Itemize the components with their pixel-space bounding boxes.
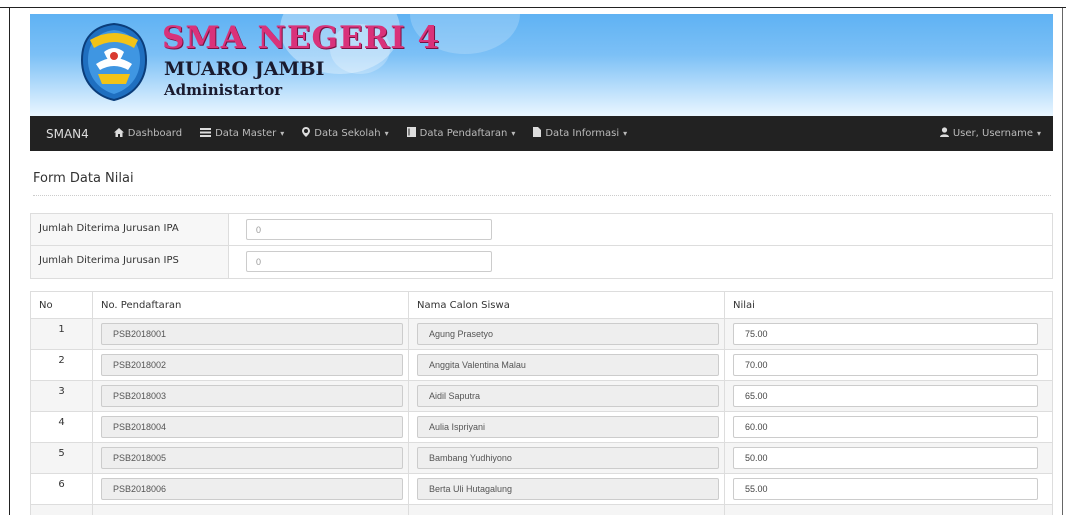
nav-data-sekolah[interactable]: Data Sekolah ▾ (293, 127, 397, 140)
column-header-nilai: Nilai (733, 300, 755, 311)
nilai-input[interactable] (733, 478, 1038, 500)
row-number: 1 (31, 319, 93, 349)
user-icon (939, 127, 949, 140)
nav-data-sekolah-label: Data Sekolah (314, 128, 381, 139)
summary-row-ips: Jumlah Diterima Jurusan IPS (31, 246, 1052, 278)
file-icon (533, 127, 542, 140)
summary-row-ipa: Jumlah Diterima Jurusan IPA (31, 214, 1052, 246)
nav-data-informasi[interactable]: Data Informasi ▾ (524, 127, 636, 140)
nav-data-informasi-label: Data Informasi (545, 128, 620, 139)
table-row: 1 (31, 319, 1052, 350)
pendaftaran-field (101, 447, 403, 469)
nama-field (417, 416, 719, 438)
jumlah-ipa-input[interactable] (246, 219, 492, 240)
nama-field (417, 447, 719, 469)
row-number: 5 (31, 443, 93, 473)
nama-field (417, 354, 719, 376)
pendaftaran-field (101, 416, 403, 438)
pendaftaran-field (101, 478, 403, 500)
summary-label-ipa: Jumlah Diterima Jurusan IPA (31, 214, 229, 245)
chevron-down-icon: ▾ (623, 129, 628, 138)
form-title: Form Data Nilai (33, 171, 134, 186)
column-header-nama: Nama Calon Siswa (409, 292, 725, 318)
nav-data-pendaftaran-label: Data Pendaftaran (419, 128, 508, 139)
nav-dashboard[interactable]: Dashboard (105, 127, 191, 140)
table-row: 5 (31, 443, 1052, 474)
table-body: 1 2 3 4 5 6 (31, 319, 1052, 515)
home-icon (113, 127, 124, 140)
table-row-partial (31, 505, 1052, 515)
table-row: 4 (31, 412, 1052, 443)
nav-data-pendaftaran[interactable]: Data Pendaftaran ▾ (398, 127, 525, 140)
title-divider (33, 195, 1051, 196)
table-row: 2 (31, 350, 1052, 381)
nilai-input[interactable] (733, 385, 1038, 407)
nama-field (417, 323, 719, 345)
nav-data-master[interactable]: Data Master ▾ (191, 127, 293, 140)
pendaftaran-field (101, 385, 403, 407)
school-location-subtitle: MUARO JAMBI (164, 58, 325, 80)
pendaftaran-field (101, 323, 403, 345)
row-number: 4 (31, 412, 93, 442)
summary-table: Jumlah Diterima Jurusan IPA Jumlah Diter… (30, 213, 1053, 279)
row-number: 6 (31, 474, 93, 504)
user-menu-label: User, Username (952, 128, 1033, 139)
nama-field (417, 478, 719, 500)
nilai-input[interactable] (733, 354, 1038, 376)
map-marker-icon (302, 127, 311, 140)
table-row: 6 (31, 474, 1052, 505)
row-number: 2 (31, 350, 93, 380)
window-left-edge (0, 8, 10, 515)
table-header: No No. Pendaftaran Nama Calon Siswa Nila… (31, 292, 1052, 319)
role-label: Administartor (164, 81, 283, 99)
top-navbar: SMAN4 Dashboard Data Master ▾ Data Sekol… (30, 116, 1053, 151)
summary-label-ips: Jumlah Diterima Jurusan IPS (31, 246, 229, 278)
jumlah-ips-input[interactable] (246, 251, 492, 272)
navbar-brand[interactable]: SMAN4 (30, 127, 105, 141)
book-icon (406, 127, 416, 140)
header-banner: SMA NEGERI 4 MUARO JAMBI Administartor (30, 14, 1053, 116)
chevron-down-icon: ▾ (384, 129, 389, 138)
nilai-input[interactable] (733, 416, 1038, 438)
pendaftaran-field (101, 354, 403, 376)
nilai-input[interactable] (733, 447, 1038, 469)
nav-data-master-label: Data Master (215, 128, 277, 139)
tut-wuri-handayani-logo (80, 22, 148, 102)
nilai-table: No No. Pendaftaran Nama Calon Siswa Nila… (30, 291, 1053, 515)
nama-field (417, 385, 719, 407)
column-header-no: No (31, 292, 93, 318)
window-right-edge (1062, 8, 1066, 515)
chevron-down-icon: ▾ (511, 129, 516, 138)
chevron-down-icon: ▾ (280, 129, 285, 138)
column-header-pendaftaran: No. Pendaftaran (93, 292, 409, 318)
table-row: 3 (31, 381, 1052, 412)
chevron-down-icon: ▾ (1036, 129, 1041, 138)
nav-dashboard-label: Dashboard (127, 128, 183, 139)
school-name-title: SMA NEGERI 4 (162, 20, 441, 56)
row-number: 3 (31, 381, 93, 411)
nav-user-menu[interactable]: User, Username ▾ (931, 127, 1053, 140)
nilai-input[interactable] (733, 323, 1038, 345)
window-top-edge (0, 0, 1066, 8)
list-icon (200, 127, 212, 140)
